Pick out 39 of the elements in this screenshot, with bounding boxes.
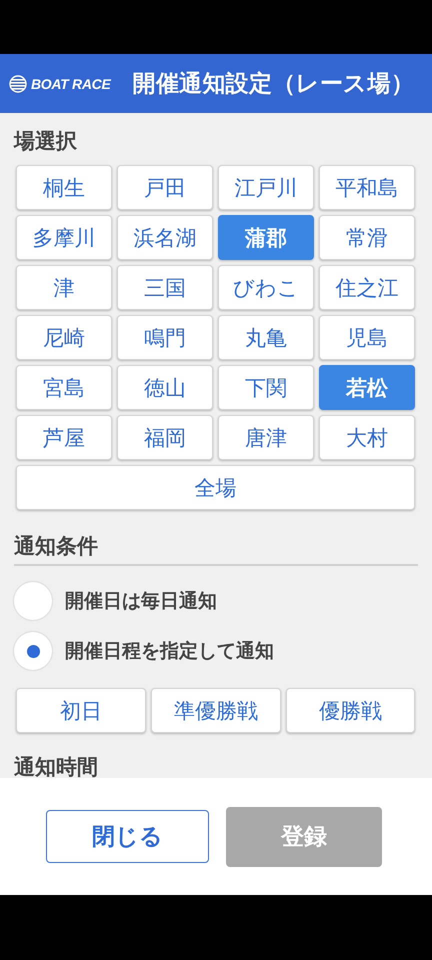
venue-button[interactable]: 下関 [218, 365, 314, 410]
venue-button[interactable]: 芦屋 [16, 415, 112, 460]
venue-button[interactable]: 宮島 [16, 365, 112, 410]
venue-button[interactable]: 徳山 [117, 365, 213, 410]
logo-swirl-icon [8, 74, 28, 92]
venue-button[interactable]: 福岡 [117, 415, 213, 460]
day-button[interactable]: 準優勝戦 [151, 688, 281, 733]
day-button[interactable]: 初日 [16, 688, 146, 733]
radio-label: 開催日は毎日通知 [65, 589, 217, 614]
venue-button[interactable]: 常滑 [319, 215, 415, 260]
venue-button[interactable]: 江戸川 [218, 165, 314, 210]
venue-button[interactable]: 丸亀 [218, 315, 314, 360]
venue-button[interactable]: 蒲郡 [218, 215, 314, 260]
radio-button[interactable] [14, 582, 52, 620]
venue-button[interactable]: 平和島 [319, 165, 415, 210]
venue-button[interactable]: 唐津 [218, 415, 314, 460]
radio-button[interactable] [14, 632, 52, 670]
section-title: 場選択 [14, 128, 78, 155]
venue-button[interactable]: 大村 [319, 415, 415, 460]
venue-button[interactable]: 三国 [117, 265, 213, 310]
logo-text: BOAT RACE [31, 76, 110, 92]
venue-button[interactable]: 多摩川 [16, 215, 112, 260]
all-venues-button[interactable]: 全場 [16, 465, 415, 510]
venue-button[interactable]: 尼崎 [16, 315, 112, 360]
venue-button[interactable]: びわこ [218, 265, 314, 310]
page-title: 開催通知設定（レース場） [132, 70, 414, 99]
venue-button[interactable]: 浜名湖 [117, 215, 213, 260]
venue-button[interactable]: 津 [16, 265, 112, 310]
venue-button[interactable]: 児島 [319, 315, 415, 360]
venue-button[interactable]: 戸田 [117, 165, 213, 210]
radio-label: 開催日程を指定して通知 [65, 639, 274, 664]
venue-button[interactable]: 桐生 [16, 165, 112, 210]
venue-button[interactable]: 若松 [319, 365, 415, 410]
day-button[interactable]: 優勝戦 [286, 688, 415, 733]
venue-button[interactable]: 鳴門 [117, 315, 213, 360]
section-title: 通知時間 [14, 754, 99, 778]
section-title: 通知条件 [14, 532, 418, 566]
close-button[interactable]: 閉じる [46, 810, 209, 863]
venue-button[interactable]: 住之江 [319, 265, 415, 310]
